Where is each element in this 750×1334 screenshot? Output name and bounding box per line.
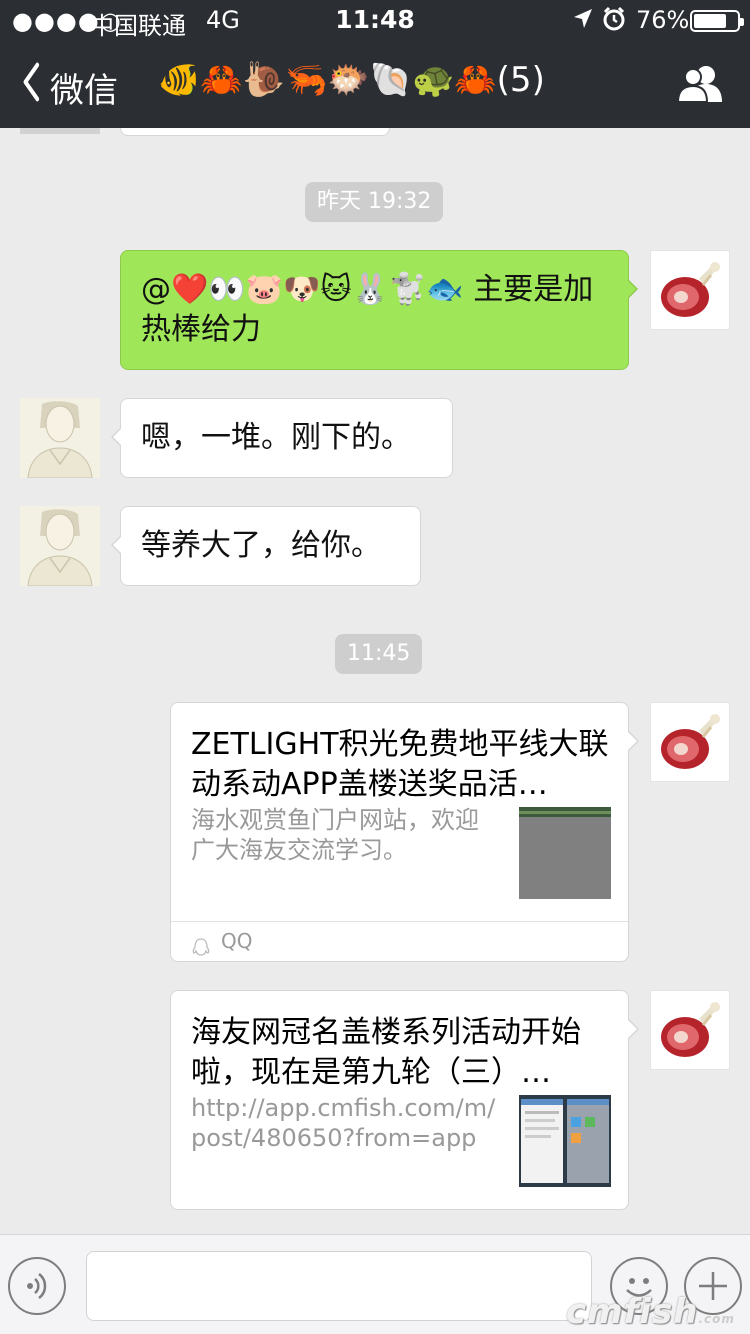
voice-icon — [27, 1273, 47, 1299]
link-card[interactable]: 海友网冠名盖楼系列活动开始啦，现在是第九轮（三）… http://app.cmf… — [170, 990, 639, 1210]
link-card-description: http://app.cmfish.com/m/post/480650?from… — [191, 1094, 496, 1152]
friend-avatar[interactable] — [20, 506, 100, 586]
received-message-bubble[interactable]: 等养大了，给你。 — [111, 506, 421, 586]
link-card-source: QQ — [171, 921, 628, 961]
received-message-bubble[interactable]: 嗯，一堆。刚下的。 — [111, 398, 453, 478]
previous-bubble-edge — [120, 128, 390, 136]
link-card-title: ZETLIGHT积光免费地平线大联动系动APP盖楼送奖品活… — [191, 727, 609, 802]
voice-input-button[interactable] — [8, 1257, 66, 1315]
sent-message-bubble[interactable]: @❤️👀🐷🐶🐱🐰🐩🐟 主要是加热棒给力 — [120, 250, 638, 370]
chat-message-list[interactable]: 昨天 19:32 @❤️👀🐷🐶🐱🐰🐩🐟 主要是加热棒给力 嗯，一堆。刚下的。 等… — [0, 128, 750, 1234]
my-avatar[interactable] — [650, 250, 730, 330]
message-text: 等养大了，给你。 — [141, 528, 381, 563]
group-members-icon[interactable] — [676, 64, 726, 104]
qq-icon — [191, 931, 211, 956]
watermark-logo: cmfish.com — [566, 1292, 735, 1332]
status-bar: ●●●●○ 中国联通 4G 11:48 76% — [0, 0, 750, 40]
battery-percent: 76% — [636, 6, 690, 34]
top-bar: ●●●●○ 中国联通 4G 11:48 76% 微信 🐠🦀🐌🦐🐡🐚🐢🦀(5) — [0, 0, 750, 128]
chat-title: 🐠🦀🐌🦐🐡🐚🐢🦀(5) — [158, 60, 545, 100]
link-card[interactable]: ZETLIGHT积光免费地平线大联动系动APP盖楼送奖品活… 海水观赏鱼门户网站… — [170, 702, 639, 962]
timestamp: 昨天 19:32 — [305, 182, 444, 222]
location-arrow-icon — [572, 6, 594, 38]
timestamp: 11:45 — [335, 634, 423, 674]
message-text: 嗯，一堆。刚下的。 — [141, 420, 411, 455]
back-label: 微信 — [50, 70, 118, 111]
back-button[interactable]: 微信 — [18, 62, 118, 112]
message-text: @❤️👀🐷🐶🐱🐰🐩🐟 主要是加热棒给力 — [141, 272, 594, 347]
link-card-thumbnail — [519, 1095, 611, 1187]
link-card-source-name: QQ — [221, 929, 253, 953]
chevron-left-icon — [22, 62, 40, 112]
friend-avatar[interactable] — [20, 398, 100, 478]
previous-avatar-edge — [20, 128, 100, 134]
link-card-description: 海水观赏鱼门户网站，欢迎广大海友交流学习。 — [191, 806, 479, 864]
my-avatar[interactable] — [650, 990, 730, 1070]
link-card-title: 海友网冠名盖楼系列活动开始啦，现在是第九轮（三）… — [191, 1015, 581, 1090]
battery-icon — [690, 10, 744, 32]
alarm-clock-icon — [602, 6, 626, 38]
message-input[interactable] — [86, 1251, 592, 1321]
link-card-thumbnail — [519, 807, 611, 899]
my-avatar[interactable] — [650, 702, 730, 782]
